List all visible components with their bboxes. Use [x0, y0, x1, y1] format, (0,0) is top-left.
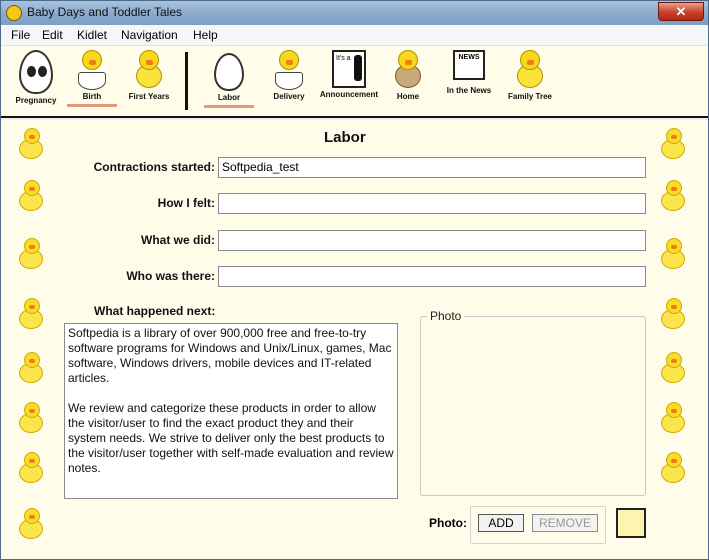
title-bar[interactable]: Baby Days and Toddler Tales ✕: [1, 1, 708, 25]
chick-decoration-icon: [17, 508, 47, 542]
how-i-felt-label: How I felt:: [157, 196, 215, 210]
menu-file[interactable]: File: [11, 28, 30, 42]
notes-paragraph-2: We review and categorize these products …: [68, 401, 394, 475]
chick-icon: [132, 50, 166, 90]
chick-decoration-icon: [17, 128, 47, 162]
toolbar-label: Pregnancy: [15, 96, 57, 105]
toolbar-label: Delivery: [273, 92, 305, 101]
add-photo-button[interactable]: ADD: [478, 514, 524, 532]
chick-decoration-icon: [17, 238, 47, 272]
toolbar-pregnancy[interactable]: Pregnancy: [11, 50, 61, 105]
toolbar-label: First Years: [128, 92, 170, 101]
toolbar-label: Announcement: [319, 90, 379, 99]
toolbar-labor[interactable]: Labor: [204, 50, 254, 108]
active-underline: [67, 104, 117, 107]
toolbar-in-the-news[interactable]: NEWS In the News: [441, 50, 497, 95]
what-happened-next-textarea[interactable]: Softpedia is a library of over 900,000 f…: [64, 323, 398, 499]
toolbar-separator: [185, 52, 188, 110]
page-title: Labor: [324, 129, 366, 146]
toolbar-label: Family Tree: [507, 92, 553, 101]
chick-decoration-icon: [659, 128, 689, 162]
chick-photo-icon[interactable]: [616, 508, 646, 538]
photo-frame: [420, 316, 646, 496]
chick-decoration-icon: [17, 298, 47, 332]
newspaper-icon: NEWS: [453, 50, 485, 80]
what-we-did-label: What we did:: [141, 233, 215, 247]
toolbar-label: Home: [396, 92, 420, 101]
chick-decoration-icon: [659, 180, 689, 214]
who-was-there-label: Who was there:: [126, 269, 215, 283]
how-i-felt-field[interactable]: [218, 193, 646, 214]
chick-decoration-icon: [659, 298, 689, 332]
toolbar-label: In the News: [446, 86, 492, 95]
chick-nest-icon: [391, 50, 425, 90]
photo-group-caption: Photo: [427, 309, 465, 323]
egg-face-icon: [19, 50, 53, 94]
remove-photo-button[interactable]: REMOVE: [532, 514, 598, 532]
notes-paragraph-1: Softpedia is a library of over 900,000 f…: [68, 326, 392, 385]
chick-decoration-icon: [17, 352, 47, 386]
toolbar-label: Birth: [82, 92, 102, 101]
menu-kidlet[interactable]: Kidlet: [77, 28, 107, 42]
labor-page: Labor Contractions started: Softpedia_te…: [1, 120, 708, 559]
toolbar-label: Labor: [217, 93, 241, 102]
photo-label: Photo:: [429, 516, 467, 530]
toolbar-birth[interactable]: Birth: [67, 50, 117, 107]
app-window: Baby Days and Toddler Tales ✕ File Edit …: [0, 0, 709, 560]
toolbar-announcement[interactable]: It's a Announcement: [319, 50, 379, 99]
toolbar-delivery[interactable]: Delivery: [265, 50, 313, 101]
navigation-toolbar: Pregnancy Birth First Years Labor Delive…: [1, 46, 708, 118]
who-was-there-field[interactable]: [218, 266, 646, 287]
hatching-chick-icon: [75, 50, 109, 90]
contractions-started-field[interactable]: Softpedia_test: [218, 157, 646, 178]
announcement-text: It's a: [336, 55, 351, 62]
what-we-did-field[interactable]: [218, 230, 646, 251]
contractions-started-label: Contractions started:: [93, 160, 215, 174]
menu-navigation[interactable]: Navigation: [121, 28, 178, 42]
chick-decoration-icon: [659, 352, 689, 386]
toolbar-home[interactable]: Home: [385, 50, 431, 101]
chick-decoration-icon: [17, 180, 47, 214]
cracked-egg-icon: [214, 53, 244, 91]
chick-decoration-icon: [659, 238, 689, 272]
app-icon: [6, 5, 22, 21]
toolbar-family-tree[interactable]: Family Tree: [503, 50, 557, 101]
menu-bar: File Edit Kidlet Navigation Help: [1, 25, 708, 46]
menu-help[interactable]: Help: [193, 28, 218, 42]
window-title: Baby Days and Toddler Tales: [27, 5, 182, 19]
menu-edit[interactable]: Edit: [42, 28, 63, 42]
what-happened-next-label: What happened next:: [94, 304, 216, 318]
chick-family-icon: [513, 50, 547, 90]
chick-decoration-icon: [17, 452, 47, 486]
toolbar-first-years[interactable]: First Years: [121, 50, 177, 101]
chick-in-shell-icon: [272, 50, 306, 90]
chick-decoration-icon: [659, 402, 689, 436]
chick-decoration-icon: [17, 402, 47, 436]
newspaper-text: NEWS: [458, 54, 480, 61]
active-underline: [204, 105, 254, 108]
chick-decoration-icon: [659, 452, 689, 486]
announcement-icon: It's a: [332, 50, 366, 88]
close-button[interactable]: ✕: [658, 2, 704, 21]
